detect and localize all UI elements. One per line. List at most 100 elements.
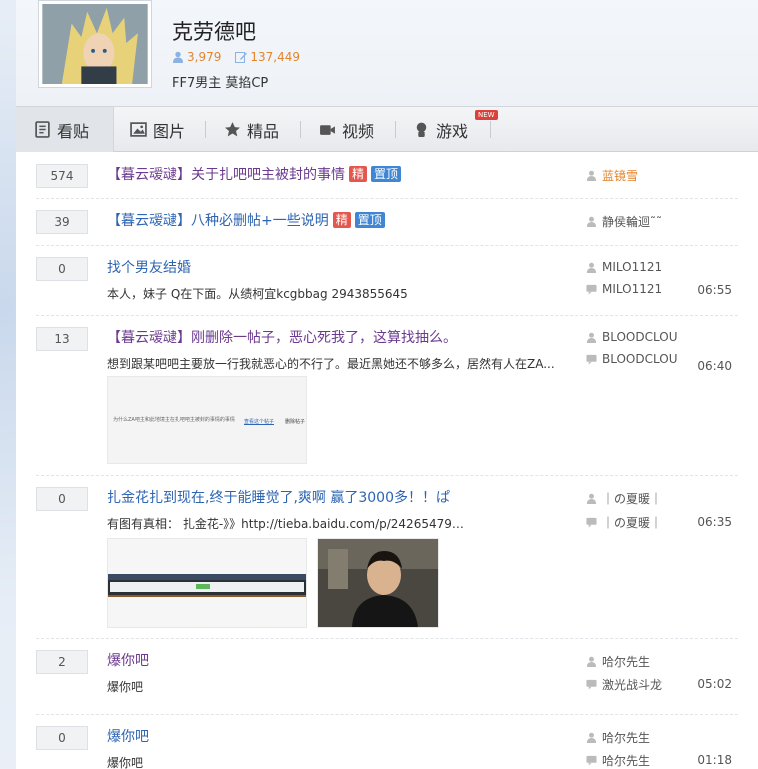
thread-author[interactable]: 蓝镜雪	[586, 167, 696, 184]
reply-count: 39	[36, 210, 88, 234]
author-name: 哈尔先生	[602, 655, 651, 669]
user-icon	[586, 262, 597, 273]
thread-title[interactable]: 找个男友结婚	[107, 257, 191, 277]
comment-icon	[586, 354, 597, 365]
member-count[interactable]: 3,979	[172, 50, 221, 64]
pinned-tag: 置顶	[371, 166, 402, 182]
thread-title[interactable]: 【暮云叆叇】关于扎吧吧主被封的事情	[107, 164, 345, 184]
forum-header: 克劳德吧 3,979 137,449 FF7男主 莫掐CP	[16, 0, 758, 106]
tab-videos[interactable]: 视频	[319, 107, 374, 152]
thread-title[interactable]: 爆你吧	[107, 726, 149, 746]
last-reply-user[interactable]: 哈尔先生	[586, 752, 696, 769]
author-name: BLOODCLOU	[602, 330, 678, 344]
thread-author[interactable]: 哈尔先生	[586, 729, 696, 746]
last-reply-name: 哈尔先生	[602, 754, 651, 768]
tab-separator	[490, 121, 491, 138]
thumb-link: 查看这个帖子	[244, 419, 275, 425]
member-icon	[173, 51, 183, 63]
thumb-caption: 为什么ZA吧主和此地境主在扎吧吧主被封的事情的事情	[113, 417, 235, 423]
tab-games-label: 游戏	[436, 121, 469, 141]
thread-item: 0 扎金花扎到现在,终于能睡觉了,爽啊 赢了3000多！！ぱ 有图有真相： 扎金…	[36, 475, 738, 639]
reply-count: 0	[36, 487, 88, 511]
thread-author[interactable]: MILO1121	[586, 260, 696, 274]
thread-thumbnail[interactable]: 为什么ZA吧主和此地境主在扎吧吧主被封的事情的事情 查看这个帖子 删除帖子	[107, 376, 307, 464]
table-screenshot-image	[108, 574, 306, 597]
thread-title-line: 找个男友结婚	[107, 257, 191, 277]
last-reply-user[interactable]: 激光战斗龙	[586, 676, 696, 693]
edit-icon	[235, 52, 248, 63]
user-icon	[586, 732, 597, 743]
thread-title-line: 扎金花扎到现在,终于能睡觉了,爽啊 赢了3000多！！ぱ	[107, 487, 450, 507]
last-reply-user[interactable]: MILO1121	[586, 282, 696, 296]
thread-title-line: 【暮云叆叇】八种必删帖+一些说明 精 置顶	[107, 210, 385, 230]
author-name: 静侯輪迴˜˜	[602, 215, 663, 229]
thread-author[interactable]: ｜の夏暖｜	[586, 490, 696, 507]
thumb-side-text: 删除帖子	[285, 419, 306, 425]
reply-count: 0	[36, 257, 88, 281]
thread-item: 0 爆你吧 爆你吧 哈尔先生 哈尔先生 01:18	[36, 714, 738, 769]
comment-icon	[586, 755, 597, 766]
tab-separator	[300, 121, 301, 138]
member-count-value: 3,979	[187, 50, 222, 64]
tab-threads[interactable]: 看贴	[16, 107, 114, 152]
thread-title[interactable]: 【暮云叆叇】刚删除一帖子，恶心死我了，这算找抽么。	[107, 327, 457, 347]
thread-title[interactable]: 爆你吧	[107, 650, 149, 670]
thread-author[interactable]: BLOODCLOU	[586, 330, 696, 344]
thread-author[interactable]: 静侯輪迴˜˜	[586, 213, 696, 230]
thread-thumbnail[interactable]	[107, 538, 307, 628]
comment-icon	[586, 284, 597, 295]
forum-tabs: 看贴 图片 精品 视频 游戏 NEW	[16, 106, 758, 152]
last-reply-time: 01:18	[697, 753, 732, 767]
user-icon	[586, 216, 597, 227]
last-reply-user[interactable]: BLOODCLOU	[586, 352, 696, 366]
tab-featured[interactable]: 精品	[224, 107, 279, 152]
last-reply-name: 激光战斗龙	[602, 678, 663, 692]
forum-title: 克劳德吧	[172, 20, 256, 44]
tab-games[interactable]: 游戏	[413, 107, 468, 152]
tab-pictures[interactable]: 图片	[130, 107, 185, 152]
tab-featured-label: 精品	[247, 121, 280, 141]
thread-list: 574 【暮云叆叇】关于扎吧吧主被封的事情 精 置顶 蓝镜雪 39 【暮云叆叇】…	[16, 152, 758, 769]
post-count-value: 137,449	[250, 50, 300, 64]
author-name: MILO1121	[602, 260, 663, 274]
user-icon	[586, 332, 597, 343]
reply-count: 574	[36, 164, 88, 188]
reply-count: 13	[36, 327, 88, 351]
game-icon	[416, 122, 427, 137]
author-name: 蓝镜雪	[602, 169, 639, 183]
thread-title-line: 爆你吧	[107, 650, 149, 670]
tab-pictures-label: 图片	[153, 121, 186, 141]
thread-title-line: 爆你吧	[107, 726, 149, 746]
last-reply-time: 06:40	[697, 359, 732, 373]
last-reply-user[interactable]: ｜の夏暖｜	[586, 514, 696, 531]
thread-abstract: 想到跟某吧吧主要放一行我就恶心的不行了。最近黑她还不够多么，居然有人在ZA...	[107, 357, 555, 371]
thread-title-line: 【暮云叆叇】刚删除一帖子，恶心死我了，这算找抽么。	[107, 327, 457, 347]
featured-tag: 精	[349, 166, 368, 182]
thread-title[interactable]: 扎金花扎到现在,终于能睡觉了,爽啊 赢了3000多！！ぱ	[107, 487, 450, 507]
comment-icon	[586, 517, 597, 528]
thread-abstract: 爆你吧	[107, 680, 144, 694]
video-camera-icon	[320, 125, 335, 135]
thread-item: 574 【暮云叆叇】关于扎吧吧主被封的事情 精 置顶 蓝镜雪	[36, 152, 738, 199]
thread-abstract: 本人，妹子 Q在下面。从绩柯宜kcgbbag 2943855645	[107, 287, 408, 301]
author-name: 哈尔先生	[602, 731, 651, 745]
tab-separator	[205, 121, 206, 138]
thread-title-line: 【暮云叆叇】关于扎吧吧主被封的事情 精 置顶	[107, 164, 402, 184]
thread-title[interactable]: 【暮云叆叇】八种必删帖+一些说明	[107, 210, 329, 230]
forum-stats: 3,979 137,449	[172, 50, 300, 64]
reply-count: 2	[36, 650, 88, 674]
forum-slogan: FF7男主 莫掐CP	[172, 76, 269, 91]
cloud-avatar-image	[42, 4, 148, 84]
pinned-tag: 置顶	[354, 212, 385, 228]
post-count[interactable]: 137,449	[235, 50, 300, 64]
tab-videos-label: 视频	[342, 121, 375, 141]
user-icon	[586, 493, 597, 504]
last-reply-time: 06:55	[697, 283, 732, 297]
thread-thumbnail[interactable]	[317, 538, 439, 628]
thread-item: 0 找个男友结婚 本人，妹子 Q在下面。从绩柯宜kcgbbag 29438556…	[36, 245, 738, 316]
thread-abstract: 有图有真相： 扎金花-》》http://tieba.baidu.com/p/24…	[107, 517, 467, 531]
thread-author[interactable]: 哈尔先生	[586, 653, 696, 670]
author-name: ｜の夏暖｜	[602, 492, 663, 506]
forum-avatar[interactable]	[38, 0, 152, 88]
thread-item: 13 【暮云叆叇】刚删除一帖子，恶心死我了，这算找抽么。 想到跟某吧吧主要放一行…	[36, 315, 738, 476]
